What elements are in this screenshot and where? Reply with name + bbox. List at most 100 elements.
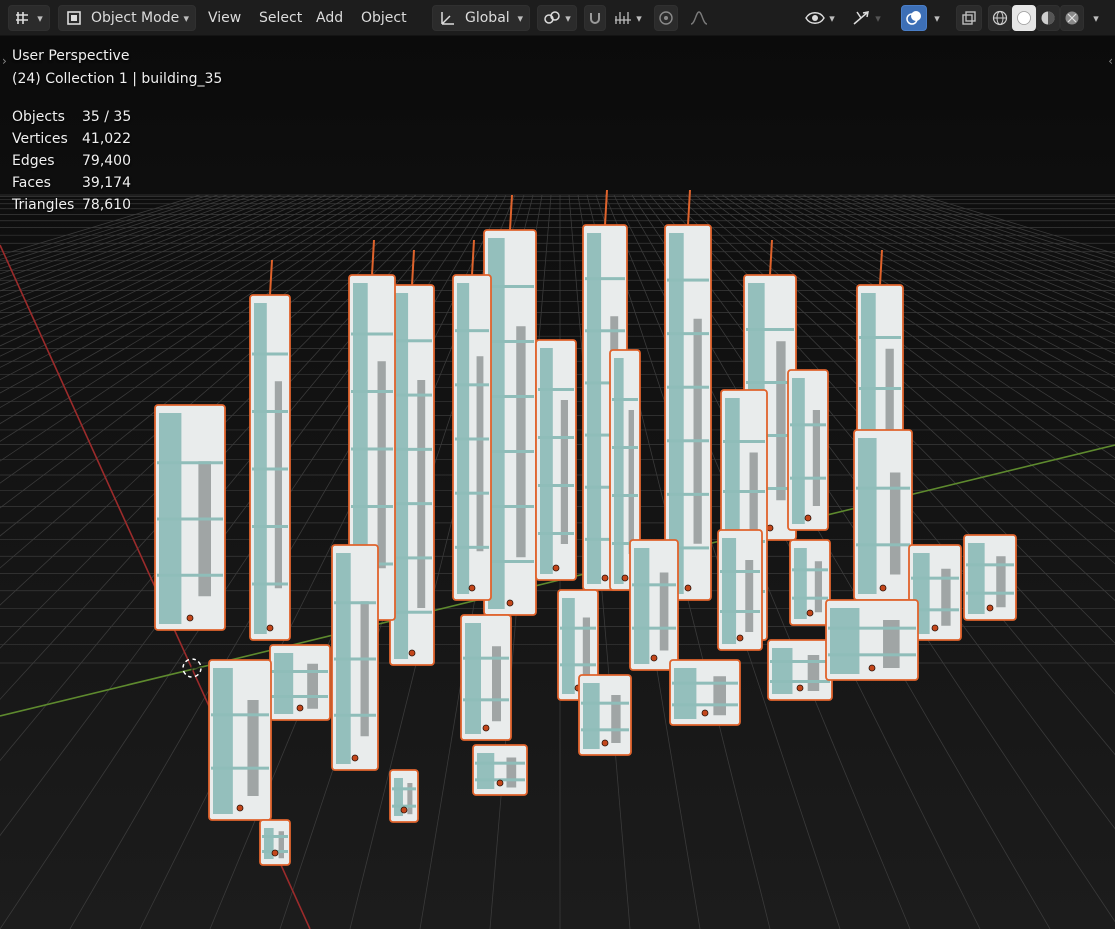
snap-toggle[interactable]: [584, 5, 606, 31]
menu-view[interactable]: View: [201, 5, 248, 31]
stat-label: Vertices: [12, 131, 68, 147]
3d-viewport[interactable]: User Perspective (24) Collection 1 | bui…: [0, 36, 1115, 929]
gizmo-toggle[interactable]: ▾: [846, 5, 886, 31]
material-shading-button[interactable]: [1036, 5, 1060, 31]
wireframe-shading-icon: [992, 10, 1008, 26]
building-object[interactable]: [249, 259, 291, 641]
object-origin-dot: [408, 649, 416, 657]
shading-dropdown[interactable]: ▾: [1088, 5, 1104, 31]
stat-value: 39,174: [82, 175, 131, 191]
sidebar-expand-arrow-icon[interactable]: ‹: [1108, 54, 1113, 68]
rendered-shading-icon: [1064, 10, 1080, 26]
overlay-dropdown[interactable]: ▾: [929, 5, 945, 31]
stat-label: Triangles: [12, 197, 75, 213]
pivot-point-dropdown[interactable]: ▾: [537, 5, 577, 31]
object-origin-dot: [804, 514, 812, 522]
object-origin-dot: [868, 664, 876, 672]
building-object[interactable]: [154, 404, 226, 631]
stat-row-edges: Edges 79,400: [12, 150, 131, 172]
menu-select[interactable]: Select: [252, 5, 309, 31]
object-origin-dot: [351, 754, 359, 762]
chevron-down-icon: ▾: [829, 11, 835, 25]
snap-icon: [587, 10, 603, 26]
material-shading-icon: [1040, 10, 1056, 26]
transform-orientation-icon: [439, 9, 457, 27]
building-object[interactable]: [669, 659, 741, 726]
object-origin-dot: [506, 599, 514, 607]
stat-row-faces: Faces 39,174: [12, 172, 131, 194]
toolbar-expand-arrow-icon[interactable]: ›: [2, 54, 7, 68]
overlay-toggle[interactable]: [901, 5, 927, 31]
chevron-down-icon: ▾: [37, 11, 43, 25]
building-object[interactable]: [389, 249, 435, 666]
building-object[interactable]: [717, 529, 763, 651]
pivot-point-icon: [543, 10, 561, 26]
object-origin-dot: [468, 584, 476, 592]
building-object[interactable]: [460, 614, 512, 741]
perspective-label: User Perspective: [12, 48, 130, 64]
stat-label: Edges: [12, 153, 55, 169]
building-object[interactable]: [963, 534, 1017, 621]
building-object[interactable]: [472, 744, 528, 796]
editor-type-button[interactable]: ▾: [8, 5, 50, 31]
building-object[interactable]: [535, 339, 577, 581]
building-object[interactable]: [578, 674, 632, 756]
object-origin-dot: [806, 609, 814, 617]
building-object[interactable]: [789, 539, 831, 626]
statistics-overlay: Objects 35 / 35 Vertices 41,022 Edges 79,40…: [12, 106, 131, 216]
object-origin-dot: [736, 634, 744, 642]
object-origin-dot: [621, 574, 629, 582]
building-object[interactable]: [331, 544, 379, 771]
building-object[interactable]: [452, 239, 492, 601]
object-origin-dot: [796, 684, 804, 692]
chevron-down-icon: ▾: [183, 11, 189, 25]
stat-row-triangles: Triangles 78,610: [12, 194, 131, 216]
object-origin-dot: [684, 584, 692, 592]
rendered-shading-button[interactable]: [1060, 5, 1084, 31]
object-mode-dropdown[interactable]: Object Mode ▾: [58, 5, 196, 31]
building-object[interactable]: [389, 769, 419, 823]
object-origin-dot: [931, 624, 939, 632]
stat-value: 79,400: [82, 153, 131, 169]
visibility-dropdown[interactable]: ▾: [800, 5, 840, 31]
stat-value: 35 / 35: [82, 109, 132, 125]
chevron-down-icon: ▾: [636, 11, 642, 25]
snap-increment-icon: [614, 10, 632, 26]
wireframe-shading-button[interactable]: [988, 5, 1012, 31]
object-origin-dot: [236, 804, 244, 812]
object-mode-icon: [65, 9, 83, 27]
building-object[interactable]: [269, 644, 331, 721]
collection-label: (24) Collection 1 | building_35: [12, 71, 223, 87]
scene-canvas[interactable]: [0, 36, 1115, 929]
object-origin-dot: [400, 806, 408, 814]
building-object[interactable]: [208, 659, 272, 821]
stat-row-vertices: Vertices 41,022: [12, 128, 131, 150]
proportional-editing-icon: [658, 10, 674, 26]
viewport-header: ▾ Object Mode ▾ View Select Add Object G…: [0, 0, 1115, 36]
building-object[interactable]: [259, 819, 291, 866]
menu-object[interactable]: Object: [354, 5, 414, 31]
menu-add[interactable]: Add: [309, 5, 350, 31]
building-object[interactable]: [853, 429, 913, 601]
object-origin-dot: [496, 779, 504, 787]
editor-type-icon: [15, 10, 33, 26]
stat-row-objects: Objects 35 / 35: [12, 106, 131, 128]
xray-toggle[interactable]: [956, 5, 982, 31]
chevron-down-icon: ▾: [934, 11, 940, 25]
object-origin-dot: [296, 704, 304, 712]
building-object[interactable]: [825, 599, 919, 681]
chevron-down-icon: ▾: [517, 11, 523, 25]
snap-target-dropdown[interactable]: ▾: [608, 5, 648, 31]
building-object[interactable]: [629, 539, 679, 671]
proportional-editing-toggle[interactable]: [654, 5, 678, 31]
building-object[interactable]: [767, 639, 833, 701]
object-origin-dot: [266, 624, 274, 632]
building-object[interactable]: [664, 189, 712, 601]
solid-shading-button[interactable]: [1012, 5, 1036, 31]
building-object[interactable]: [787, 369, 829, 531]
object-origin-dot: [766, 524, 774, 532]
object-origin-dot: [650, 654, 658, 662]
transform-orientation-dropdown[interactable]: Global ▾: [432, 5, 530, 31]
falloff-dropdown[interactable]: [681, 5, 717, 31]
chevron-down-icon: ▾: [1093, 11, 1099, 25]
